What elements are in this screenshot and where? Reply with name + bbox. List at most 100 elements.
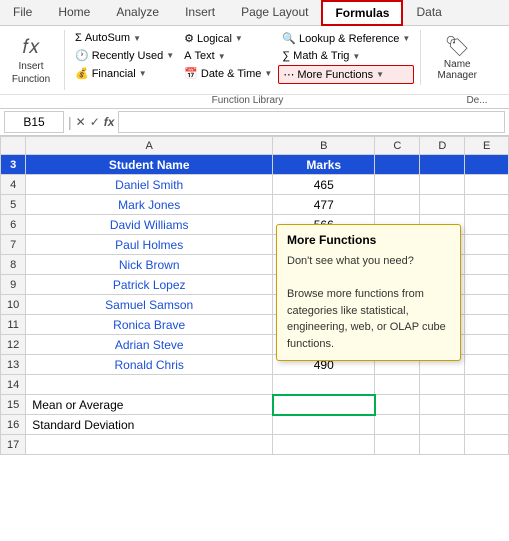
math-arrow: ▼ — [352, 52, 360, 61]
col-header-c[interactable]: C — [375, 137, 420, 155]
cell-a[interactable]: Ronica Brave — [26, 315, 273, 335]
cell-c[interactable] — [375, 415, 420, 435]
cell-c[interactable] — [375, 375, 420, 395]
recently-used-button[interactable]: 🕐 Recently Used ▼ — [71, 47, 178, 64]
cell-a[interactable]: Nick Brown — [26, 255, 273, 275]
cell-e[interactable] — [465, 195, 509, 215]
name-box[interactable] — [4, 111, 64, 133]
fx-bar-icon[interactable]: fx — [104, 115, 115, 129]
financial-arrow: ▼ — [139, 69, 147, 78]
cell-a[interactable]: Student Name — [26, 155, 273, 175]
cell-c[interactable] — [375, 435, 420, 455]
col-header-b[interactable]: B — [273, 137, 375, 155]
tab-page-layout[interactable]: Page Layout — [228, 0, 321, 26]
cell-d[interactable] — [420, 195, 465, 215]
table-row: 16Standard Deviation — [1, 415, 509, 435]
cell-c[interactable] — [375, 395, 420, 415]
col-header-d[interactable]: D — [420, 137, 465, 155]
cell-b[interactable] — [273, 395, 375, 415]
cell-a[interactable]: Standard Deviation — [26, 415, 273, 435]
text-icon: A — [184, 50, 191, 62]
tab-formulas[interactable]: Formulas — [321, 0, 403, 26]
logical-button[interactable]: ⚙ Logical ▼ — [180, 30, 276, 47]
cell-c[interactable] — [375, 175, 420, 195]
name-manager-label: NameManager — [438, 59, 477, 81]
cell-b[interactable] — [273, 375, 375, 395]
cell-d[interactable] — [420, 415, 465, 435]
cell-d[interactable] — [420, 155, 465, 175]
cancel-icon[interactable]: ✕ — [76, 115, 86, 129]
cell-a[interactable]: Ronald Chris — [26, 355, 273, 375]
cell-e[interactable] — [465, 175, 509, 195]
cell-b[interactable] — [273, 435, 375, 455]
lookup-label: Lookup & Reference — [299, 33, 399, 45]
cell-a[interactable]: Daniel Smith — [26, 175, 273, 195]
cell-d[interactable] — [420, 395, 465, 415]
cell-e[interactable] — [465, 315, 509, 335]
tooltip-line1: Don't see what you need? — [287, 255, 414, 267]
cell-e[interactable] — [465, 255, 509, 275]
cell-e[interactable] — [465, 335, 509, 355]
cell-a[interactable] — [26, 435, 273, 455]
name-manager-button[interactable]: 🏷 NameManager — [429, 30, 485, 85]
cell-a[interactable] — [26, 375, 273, 395]
cell-e[interactable] — [465, 295, 509, 315]
cell-e[interactable] — [465, 435, 509, 455]
cell-c[interactable] — [375, 195, 420, 215]
autosum-button[interactable]: Σ AutoSum ▼ — [71, 30, 178, 46]
cell-a[interactable]: Mark Jones — [26, 195, 273, 215]
recently-used-icon: 🕐 — [75, 49, 89, 62]
cell-a[interactable]: Mean or Average — [26, 395, 273, 415]
more-functions-button[interactable]: ⋯ More Functions ▼ — [278, 65, 414, 84]
cell-b[interactable]: 477 — [273, 195, 375, 215]
row-header: 11 — [1, 315, 26, 335]
cell-e[interactable] — [465, 415, 509, 435]
cell-e[interactable] — [465, 235, 509, 255]
row-header: 13 — [1, 355, 26, 375]
ribbon-col-right: ⚙ Logical ▼ A Text ▼ 📅 Date & Time ▼ — [180, 30, 276, 82]
cell-d[interactable] — [420, 375, 465, 395]
math-trig-button[interactable]: ∑ Math & Trig ▼ — [278, 48, 414, 64]
formula-input[interactable] — [118, 111, 505, 133]
cell-a[interactable]: Adrian Steve — [26, 335, 273, 355]
tab-home[interactable]: Home — [45, 0, 103, 26]
autosum-icon: Σ — [75, 32, 82, 44]
ribbon-col-left: Σ AutoSum ▼ 🕐 Recently Used ▼ 💰 Financia… — [71, 30, 178, 82]
cell-d[interactable] — [420, 435, 465, 455]
cell-a[interactable]: Samuel Samson — [26, 295, 273, 315]
financial-button[interactable]: 💰 Financial ▼ — [71, 65, 178, 82]
table-row: 4Daniel Smith465 — [1, 175, 509, 195]
cell-b[interactable]: 465 — [273, 175, 375, 195]
cell-e[interactable] — [465, 355, 509, 375]
recently-used-label: Recently Used — [92, 50, 164, 62]
cell-c[interactable] — [375, 155, 420, 175]
cell-a[interactable]: David Williams — [26, 215, 273, 235]
cell-a[interactable]: Paul Holmes — [26, 235, 273, 255]
cell-e[interactable] — [465, 215, 509, 235]
cell-a[interactable]: Patrick Lopez — [26, 275, 273, 295]
cell-b[interactable] — [273, 415, 375, 435]
tab-insert[interactable]: Insert — [172, 0, 228, 26]
cell-e[interactable] — [465, 395, 509, 415]
table-row: 5Mark Jones477 — [1, 195, 509, 215]
cell-e[interactable] — [465, 375, 509, 395]
date-time-button[interactable]: 📅 Date & Time ▼ — [180, 65, 276, 82]
logical-icon: ⚙ — [184, 32, 194, 45]
lookup-reference-button[interactable]: 🔍 Lookup & Reference ▼ — [278, 30, 414, 47]
col-header-e[interactable]: E — [465, 137, 509, 155]
col-header-a[interactable]: A — [26, 137, 273, 155]
confirm-icon[interactable]: ✓ — [90, 115, 100, 129]
tab-data[interactable]: Data — [403, 0, 454, 26]
insert-function-button[interactable]: 𝑓𝑥 InsertFunction — [6, 30, 56, 90]
date-time-arrow: ▼ — [264, 69, 272, 78]
cell-e[interactable] — [465, 275, 509, 295]
ribbon-body: 𝑓𝑥 InsertFunction Σ AutoSum ▼ 🕐 Recently… — [0, 26, 509, 94]
cell-d[interactable] — [420, 175, 465, 195]
text-arrow: ▼ — [218, 52, 226, 61]
cell-e[interactable] — [465, 155, 509, 175]
tab-file[interactable]: File — [0, 0, 45, 26]
cell-b[interactable]: Marks — [273, 155, 375, 175]
row-header: 5 — [1, 195, 26, 215]
text-button[interactable]: A Text ▼ — [180, 48, 276, 64]
tab-analyze[interactable]: Analyze — [103, 0, 172, 26]
